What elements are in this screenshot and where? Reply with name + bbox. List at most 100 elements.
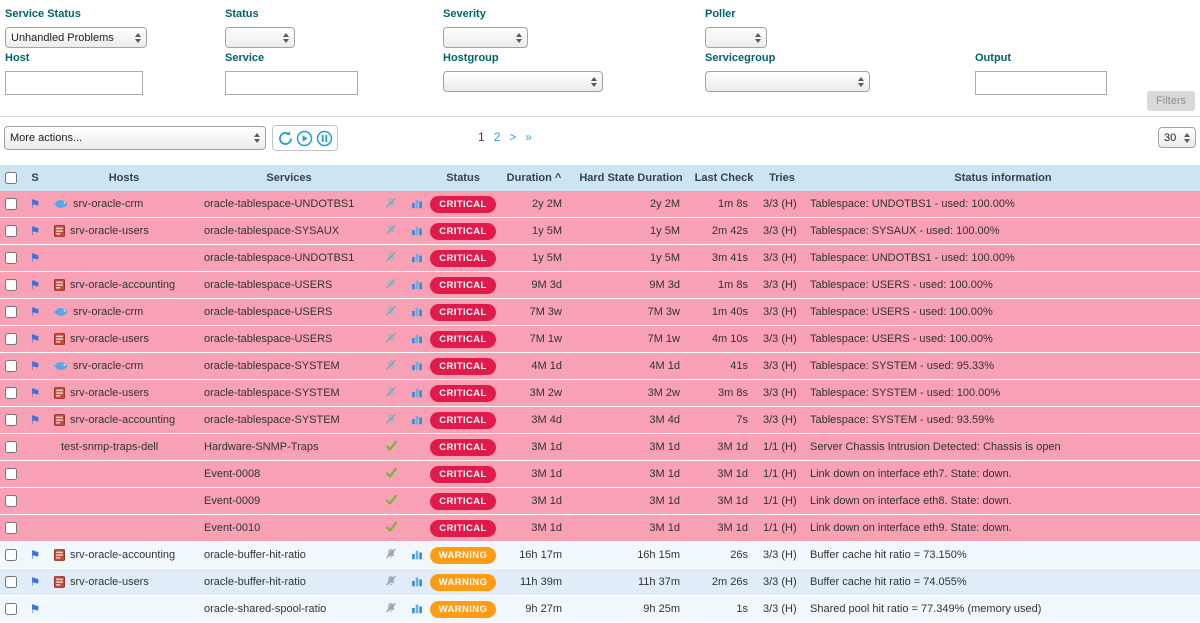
bell-muted-icon[interactable]: [385, 308, 397, 320]
flag-icon[interactable]: ⚑: [30, 278, 41, 292]
row-checkbox[interactable]: [5, 198, 17, 210]
flag-icon[interactable]: ⚑: [30, 413, 41, 427]
row-checkbox[interactable]: [5, 522, 17, 534]
row-checkbox[interactable]: [5, 252, 17, 264]
flag-icon[interactable]: ⚑: [30, 332, 41, 346]
service-status-select[interactable]: Unhandled Problems: [5, 27, 147, 48]
service-link[interactable]: Event-0009: [204, 495, 260, 507]
check-green-icon[interactable]: [385, 523, 398, 535]
row-checkbox[interactable]: [5, 360, 17, 372]
bell-muted-icon[interactable]: [385, 281, 397, 293]
page-size-select[interactable]: 30: [1158, 127, 1196, 148]
service-link[interactable]: oracle-tablespace-USERS: [204, 333, 332, 345]
chart-bars-icon[interactable]: [411, 227, 423, 239]
bell-muted-icon[interactable]: [385, 389, 397, 401]
chart-bars-icon[interactable]: [411, 254, 423, 266]
service-link[interactable]: oracle-buffer-hit-ratio: [204, 576, 306, 588]
col-duration[interactable]: Duration^: [496, 165, 572, 191]
flag-icon[interactable]: ⚑: [30, 197, 41, 211]
service-link[interactable]: oracle-shared-spool-ratio: [204, 603, 326, 615]
service-link[interactable]: oracle-tablespace-SYSAUX: [204, 225, 339, 237]
host-link[interactable]: srv-oracle-crm: [73, 360, 143, 372]
row-checkbox[interactable]: [5, 225, 17, 237]
select-all-checkbox[interactable]: [5, 172, 17, 184]
row-checkbox[interactable]: [5, 495, 17, 507]
service-link[interactable]: oracle-tablespace-USERS: [204, 306, 332, 318]
flag-icon[interactable]: ⚑: [30, 224, 41, 238]
service-link[interactable]: Event-0008: [204, 468, 260, 480]
chart-bars-icon[interactable]: [411, 308, 423, 320]
service-link[interactable]: oracle-tablespace-SYSTEM: [204, 360, 340, 372]
bell-muted-icon[interactable]: [385, 605, 397, 617]
row-checkbox[interactable]: [5, 441, 17, 453]
row-checkbox[interactable]: [5, 576, 17, 588]
hostgroup-select[interactable]: [443, 71, 603, 92]
service-link[interactable]: oracle-buffer-hit-ratio: [204, 549, 306, 561]
bell-muted-icon[interactable]: [385, 578, 397, 590]
row-checkbox[interactable]: [5, 333, 17, 345]
service-link[interactable]: oracle-tablespace-UNDOTBS1: [204, 198, 354, 210]
col-tries[interactable]: Tries: [758, 165, 806, 191]
poller-select[interactable]: [705, 27, 767, 48]
host-link[interactable]: srv-oracle-crm: [73, 306, 143, 318]
bell-muted-icon[interactable]: [385, 335, 397, 347]
pagination-page-2[interactable]: 2: [494, 130, 501, 144]
check-green-icon[interactable]: [385, 469, 398, 481]
output-input[interactable]: [975, 71, 1107, 95]
flag-icon[interactable]: ⚑: [30, 602, 41, 616]
check-green-icon[interactable]: [385, 442, 398, 454]
row-checkbox[interactable]: [5, 279, 17, 291]
row-checkbox[interactable]: [5, 387, 17, 399]
chart-bars-icon[interactable]: [411, 281, 423, 293]
chart-bars-icon[interactable]: [411, 389, 423, 401]
chart-bars-icon[interactable]: [411, 362, 423, 374]
flag-icon[interactable]: ⚑: [30, 386, 41, 400]
filters-button[interactable]: Filters: [1147, 91, 1195, 111]
chart-bars-icon[interactable]: [411, 335, 423, 347]
row-checkbox[interactable]: [5, 306, 17, 318]
chart-bars-icon[interactable]: [411, 551, 423, 563]
row-checkbox[interactable]: [5, 414, 17, 426]
flag-icon[interactable]: ⚑: [30, 548, 41, 562]
severity-select[interactable]: [443, 27, 528, 48]
pagination-last[interactable]: »: [525, 130, 532, 144]
host-link[interactable]: test-snmp-traps-dell: [61, 441, 158, 453]
pause-circle-icon[interactable]: [315, 129, 333, 147]
bell-muted-icon[interactable]: [385, 200, 397, 212]
host-input[interactable]: [5, 71, 143, 95]
col-hard-state-duration[interactable]: Hard State Duration: [572, 165, 690, 191]
service-link[interactable]: Hardware-SNMP-Traps: [204, 441, 319, 453]
bell-muted-icon[interactable]: [385, 551, 397, 563]
flag-icon[interactable]: ⚑: [30, 305, 41, 319]
chart-bars-icon[interactable]: [411, 416, 423, 428]
service-link[interactable]: Event-0010: [204, 522, 260, 534]
chart-bars-icon[interactable]: [411, 605, 423, 617]
row-checkbox[interactable]: [5, 549, 17, 561]
host-link[interactable]: srv-oracle-accounting: [70, 414, 175, 426]
col-last-check[interactable]: Last Check: [690, 165, 758, 191]
host-link[interactable]: srv-oracle-users: [70, 576, 149, 588]
check-green-icon[interactable]: [385, 496, 398, 508]
host-link[interactable]: srv-oracle-crm: [73, 198, 143, 210]
host-link[interactable]: srv-oracle-users: [70, 333, 149, 345]
col-hosts[interactable]: Hosts: [48, 165, 200, 191]
col-status[interactable]: Status: [430, 165, 496, 191]
col-status-information[interactable]: Status information: [806, 165, 1200, 191]
host-link[interactable]: srv-oracle-users: [70, 225, 149, 237]
host-link[interactable]: srv-oracle-accounting: [70, 549, 175, 561]
host-link[interactable]: srv-oracle-users: [70, 387, 149, 399]
service-link[interactable]: oracle-tablespace-USERS: [204, 279, 332, 291]
bell-muted-icon[interactable]: [385, 254, 397, 266]
status-select[interactable]: [225, 27, 295, 48]
bell-muted-icon[interactable]: [385, 227, 397, 239]
bell-muted-icon[interactable]: [385, 362, 397, 374]
service-link[interactable]: oracle-tablespace-UNDOTBS1: [204, 252, 354, 264]
flag-icon[interactable]: ⚑: [30, 359, 41, 373]
chart-bars-icon[interactable]: [411, 578, 423, 590]
chart-bars-icon[interactable]: [411, 200, 423, 212]
bell-muted-icon[interactable]: [385, 416, 397, 428]
more-actions-select[interactable]: More actions...: [4, 126, 266, 150]
service-link[interactable]: oracle-tablespace-SYSTEM: [204, 387, 340, 399]
flag-icon[interactable]: ⚑: [30, 575, 41, 589]
servicegroup-select[interactable]: [705, 71, 870, 92]
